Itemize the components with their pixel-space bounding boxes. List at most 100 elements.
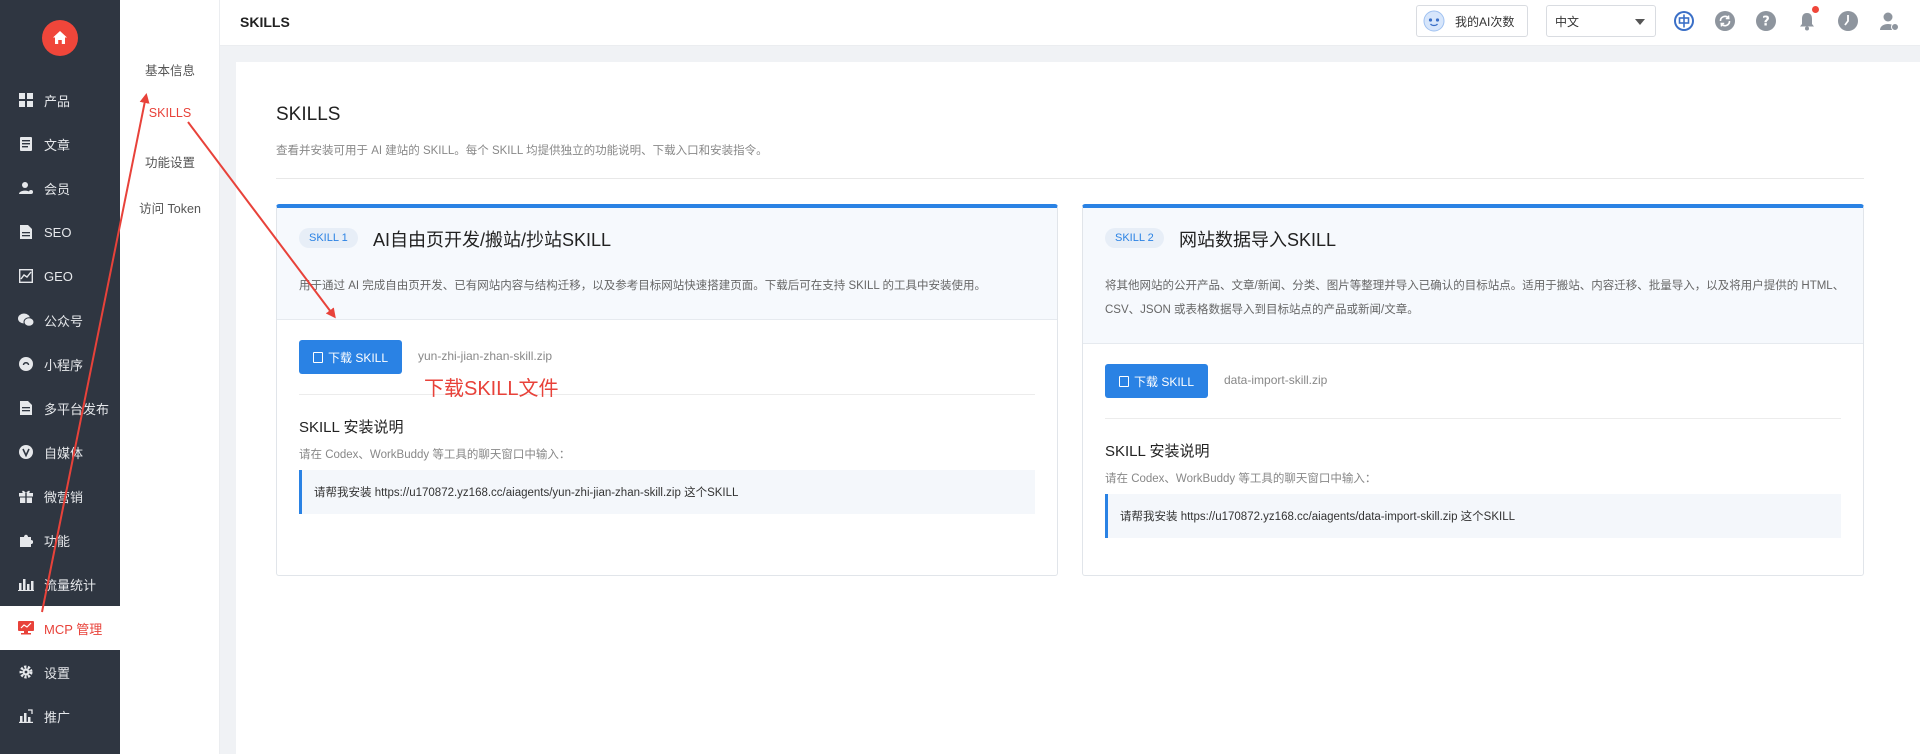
sidebar-item-members[interactable]: 会员	[0, 166, 120, 210]
install-title: SKILL 安装说明	[1105, 443, 1210, 460]
sidebar-item-label: GEO	[44, 268, 73, 284]
promote-icon	[18, 708, 34, 724]
sidebar-item-features[interactable]: 功能	[0, 518, 120, 562]
notification-dot	[1812, 6, 1819, 13]
subnav-item-basic-info[interactable]: 基本信息	[120, 60, 220, 79]
skill-description: 将其他网站的公开产品、文章/新闻、分类、图片等整理并导入已确认的目标站点。适用于…	[1105, 280, 1845, 316]
help-button[interactable]: ?	[1754, 9, 1778, 33]
skill-description: 用于通过 AI 完成自由页开发、已有网站内容与结构迁移，以及参考目标网站快速搭建…	[299, 280, 987, 292]
bell-icon	[1800, 13, 1814, 31]
sidebar-item-label: 微营销	[44, 489, 84, 505]
download-label: 下载 SKILL	[1133, 374, 1195, 389]
document-icon	[18, 136, 34, 152]
download-skill-button[interactable]: 下载 SKILL	[1105, 364, 1208, 398]
sidebar-item-marketing[interactable]: 微营销	[0, 474, 120, 518]
user-icon	[18, 180, 34, 196]
user-menu-button[interactable]	[1877, 9, 1901, 33]
file-icon	[18, 224, 34, 240]
refresh-button[interactable]	[1713, 9, 1737, 33]
help-icon: ?	[1756, 11, 1776, 31]
install-title: SKILL 安装说明	[299, 419, 404, 436]
sidebar-item-settings[interactable]: 设置	[0, 650, 120, 694]
robot-face-icon	[1423, 10, 1445, 32]
chevron-down-icon	[1635, 19, 1645, 25]
sidebar-item-label: 推广	[44, 709, 71, 725]
download-label: 下载 SKILL	[327, 350, 389, 365]
bar-chart-icon	[18, 576, 34, 592]
sidebar-item-multiplatform[interactable]: 多平台发布	[0, 386, 120, 430]
sidebar-item-articles[interactable]: 文章	[0, 122, 120, 166]
gift-icon	[18, 488, 34, 504]
sidebar-item-label: 多平台发布	[44, 401, 110, 417]
history-button[interactable]	[1836, 9, 1860, 33]
home-logo-button[interactable]	[42, 20, 78, 56]
skill-card-header: SKILL 1 AI自由页开发/搬站/抄站SKILL 用于通过 AI 完成自由页…	[277, 208, 1057, 320]
sidebar-item-promote[interactable]: 推广	[0, 694, 120, 738]
sidebar-item-label: 流量统计	[44, 577, 97, 593]
language-value: 中文	[1555, 14, 1580, 29]
language-select[interactable]: 中文	[1546, 5, 1656, 37]
sidebar-item-products[interactable]: 产品	[0, 78, 120, 122]
sidebar-item-seo[interactable]: SEO	[0, 210, 120, 254]
skill-filename: data-import-skill.zip	[1224, 373, 1328, 387]
gear-icon	[18, 664, 34, 680]
skill-badge: SKILL 1	[299, 228, 358, 248]
secondary-nav: 基本信息 SKILLS 功能设置 访问 Token	[120, 0, 220, 754]
notification-button[interactable]	[1795, 6, 1819, 33]
sidebar-item-media[interactable]: 自媒体	[0, 430, 120, 474]
install-description: 请在 Codex、WorkBuddy 等工具的聊天窗口中输入：	[299, 449, 571, 461]
sidebar-item-label: 设置	[44, 665, 71, 681]
monitor-icon	[18, 620, 34, 636]
sidebar-item-label: SEO	[44, 224, 72, 240]
main-sidebar: 产品 文章 会员 SEO GEO 公众号 小程序 多平台发布 自媒体 微营销 功…	[0, 0, 120, 754]
ai-count-label: 我的AI次数	[1455, 14, 1515, 29]
page-title: SKILLS	[276, 104, 341, 125]
skill-filename: yun-zhi-jian-zhan-skill.zip	[418, 349, 553, 363]
publish-icon	[18, 400, 34, 416]
ai-count-button[interactable]: 我的AI次数	[1416, 5, 1528, 37]
subnav-item-skills[interactable]: SKILLS	[120, 106, 220, 120]
annotation-label: 下载SKILL文件	[424, 378, 559, 400]
sidebar-item-label: 小程序	[44, 357, 84, 373]
card-divider	[1105, 418, 1841, 419]
skill-title: AI自由页开发/搬站/抄站SKILL	[373, 230, 612, 250]
sidebar-item-traffic[interactable]: 流量统计	[0, 562, 120, 606]
divider	[276, 178, 1864, 179]
sidebar-item-mcp[interactable]: MCP 管理	[0, 606, 120, 650]
home-icon	[53, 31, 67, 44]
miniprogram-icon	[18, 356, 34, 372]
download-skill-button[interactable]: 下载 SKILL	[299, 340, 402, 374]
chinese-char-icon	[1674, 11, 1694, 31]
chinese-input-button[interactable]	[1672, 9, 1696, 33]
skill-title: 网站数据导入SKILL	[1179, 230, 1337, 250]
download-icon	[312, 351, 323, 363]
v-icon	[18, 444, 34, 460]
skill-card-1: SKILL 1 AI自由页开发/搬站/抄站SKILL 用于通过 AI 完成自由页…	[276, 204, 1058, 576]
sidebar-item-label: 产品	[44, 93, 71, 109]
sidebar-item-wechat[interactable]: 公众号	[0, 298, 120, 342]
top-header: SKILLS 我的AI次数 中文 ?	[220, 0, 1920, 46]
sidebar-item-label: 自媒体	[44, 445, 84, 461]
sidebar-item-label: MCP 管理	[44, 621, 103, 637]
subnav-item-access-token[interactable]: 访问 Token	[120, 198, 220, 217]
wechat-icon	[18, 312, 34, 328]
puzzle-icon	[18, 532, 34, 548]
sidebar-item-miniprogram[interactable]: 小程序	[0, 342, 120, 386]
subnav-item-feature-settings[interactable]: 功能设置	[120, 152, 220, 171]
refresh-icon	[1715, 11, 1735, 31]
install-command[interactable]: 请帮我安装 https://u170872.yz168.cc/aiagents/…	[1105, 494, 1841, 538]
sidebar-item-label: 功能	[44, 533, 71, 549]
skill-card-header: SKILL 2 网站数据导入SKILL 将其他网站的公开产品、文章/新闻、分类、…	[1083, 208, 1863, 344]
install-command[interactable]: 请帮我安装 https://u170872.yz168.cc/aiagents/…	[299, 470, 1035, 514]
sidebar-item-geo[interactable]: GEO	[0, 254, 120, 298]
download-icon	[1118, 375, 1129, 387]
page-description: 查看并安装可用于 AI 建站的 SKILL。每个 SKILL 均提供独立的功能说…	[276, 145, 768, 157]
install-description: 请在 Codex、WorkBuddy 等工具的聊天窗口中输入：	[1105, 473, 1377, 485]
header-title: SKILLS	[240, 14, 290, 30]
clock-icon	[1838, 11, 1858, 31]
sidebar-item-label: 公众号	[44, 313, 84, 329]
svg-text:?: ?	[1762, 15, 1770, 30]
sidebar-item-label: 会员	[44, 181, 71, 197]
avatar-icon	[1880, 12, 1899, 31]
chart-icon	[18, 268, 34, 284]
